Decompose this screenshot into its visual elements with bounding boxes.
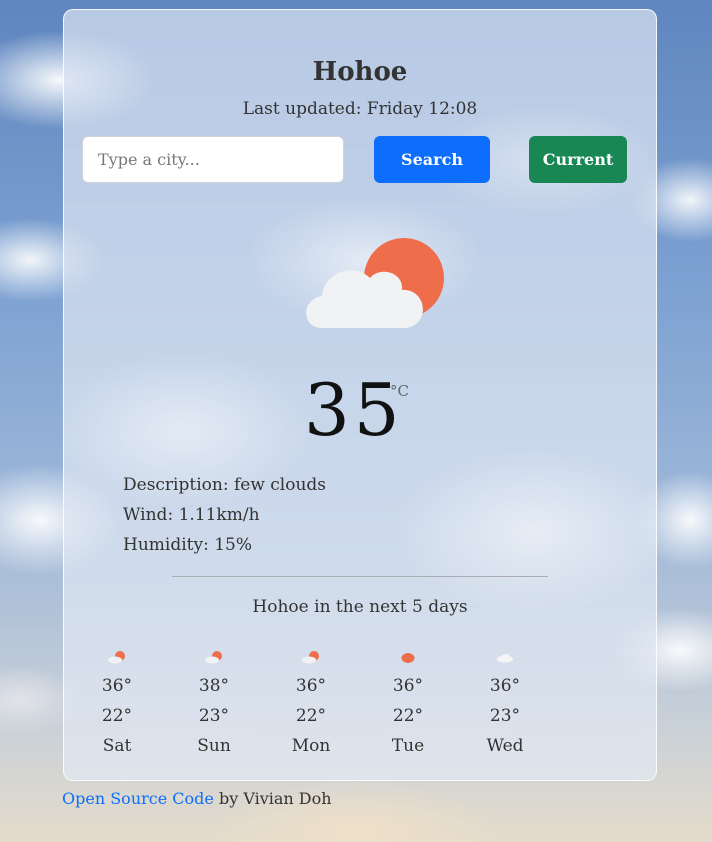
forecast-day-label: Wed [486,736,524,756]
forecast-high: 36° [295,676,327,696]
forecast-day-wed: 36° 23° Wed [465,650,545,761]
weather-details: Description: few clouds Wind: 1.11km/h H… [123,470,326,560]
few-clouds-icon [205,651,222,664]
forecast-day-label: Tue [391,736,425,756]
forecast-low: 22° [101,706,133,726]
open-source-code-link[interactable]: Open Source Code [62,789,214,808]
forecast-day-sun: 38° 23° Sun [174,650,254,761]
footer: Open Source Code by Vivian Doh [62,789,332,808]
forecast-day-tue: 36° 22° Tue [368,650,448,761]
current-location-button[interactable]: Current [529,136,627,183]
humidity-text: Humidity: 15% [123,535,253,555]
temperature-unit: °C [390,382,409,400]
search-button[interactable]: Search [374,136,490,183]
forecast-high: 38° [198,676,230,696]
wind-text: Wind: 1.11km/h [123,505,260,525]
forecast-day-label: Sun [197,736,231,756]
author-credit: by Vivian Doh [213,789,332,808]
forecast-high: 36° [489,676,521,696]
current-temperature: 35 [304,368,404,452]
forecast-low: 23° [489,706,521,726]
forecast-title: Hohoe in the next 5 days [252,597,468,617]
city-name: Hohoe [312,57,408,87]
city-search-input[interactable] [82,136,344,183]
last-updated: Last updated: Friday 12:08 [242,99,478,119]
weather-card: Hohoe Last updated: Friday 12:08 Search … [63,9,657,781]
forecast-list: 36° 22° Sat 38° 23° Sun 36° 22° Mon 36° … [64,650,656,770]
description-text: Description: few clouds [123,475,327,495]
forecast-high: 36° [101,676,133,696]
divider [172,576,548,577]
clear-sky-icon [401,653,415,663]
few-clouds-icon [302,651,319,664]
forecast-day-label: Mon [291,736,331,756]
forecast-day-sat: 36° 22° Sat [77,650,157,761]
forecast-low: 22° [295,706,327,726]
forecast-low: 22° [392,706,424,726]
few-clouds-icon [306,238,444,328]
forecast-day-mon: 36° 22° Mon [271,650,351,761]
forecast-low: 23° [198,706,230,726]
forecast-high: 36° [392,676,424,696]
forecast-day-label: Sat [102,736,132,756]
few-clouds-icon [108,651,125,664]
scattered-clouds-icon [497,654,513,663]
